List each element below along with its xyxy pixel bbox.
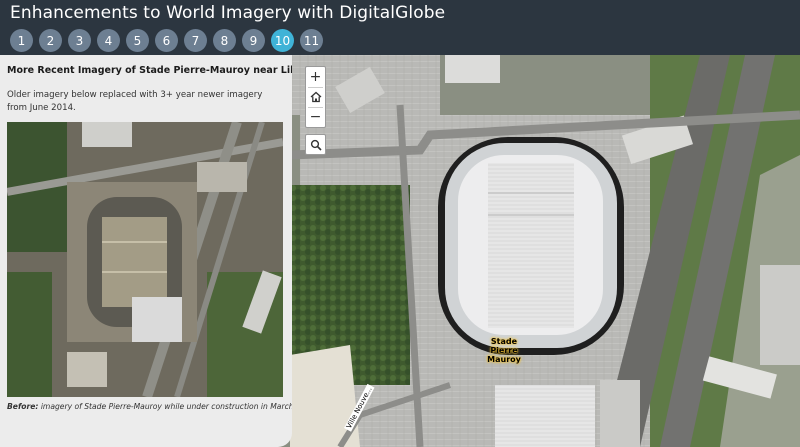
zoom-out-button[interactable]: − [306, 107, 325, 127]
search-button[interactable] [305, 134, 326, 155]
app-header: Enhancements to World Imagery with Digit… [0, 0, 800, 55]
zoom-controls: + − [305, 66, 326, 128]
page-title: Enhancements to World Imagery with Digit… [10, 3, 446, 23]
panel-description: Older imagery below replaced with 3+ yea… [7, 90, 263, 113]
stadium-label-line: Pierre [490, 346, 518, 355]
tab-1[interactable]: 1 [10, 29, 33, 52]
caption-label: Before: [7, 402, 39, 411]
zoom-in-button[interactable]: + [306, 67, 325, 87]
stadium-map-label: Stade Pierre Mauroy [487, 337, 521, 364]
tab-8[interactable]: 8 [213, 29, 236, 52]
tab-9[interactable]: 9 [242, 29, 265, 52]
home-button[interactable] [306, 87, 325, 107]
tab-5[interactable]: 5 [126, 29, 149, 52]
construction-aerial-photo [7, 122, 283, 397]
panel-title: More Recent Imagery of Stade Pierre-Maur… [7, 65, 292, 76]
image-caption: Before: imagery of Stade Pierre-Mauroy w… [7, 402, 292, 411]
stadium-label-line: Mauroy [487, 355, 521, 364]
tab-3[interactable]: 3 [68, 29, 91, 52]
search-icon [310, 139, 322, 151]
caption-text: imagery of Stade Pierre-Mauroy while und… [38, 402, 292, 411]
stadium-label-line: Stade [490, 337, 518, 346]
tab-10[interactable]: 10 [271, 29, 294, 52]
tab-7[interactable]: 7 [184, 29, 207, 52]
before-construction-image [7, 122, 283, 397]
tab-11[interactable]: 11 [300, 29, 323, 52]
home-icon [310, 91, 321, 103]
story-panel[interactable]: More Recent Imagery of Stade Pierre-Maur… [0, 55, 292, 447]
tab-bar: 1 2 3 4 5 6 7 8 9 10 11 [10, 29, 323, 52]
tab-6[interactable]: 6 [155, 29, 178, 52]
tab-4[interactable]: 4 [97, 29, 120, 52]
tab-2[interactable]: 2 [39, 29, 62, 52]
